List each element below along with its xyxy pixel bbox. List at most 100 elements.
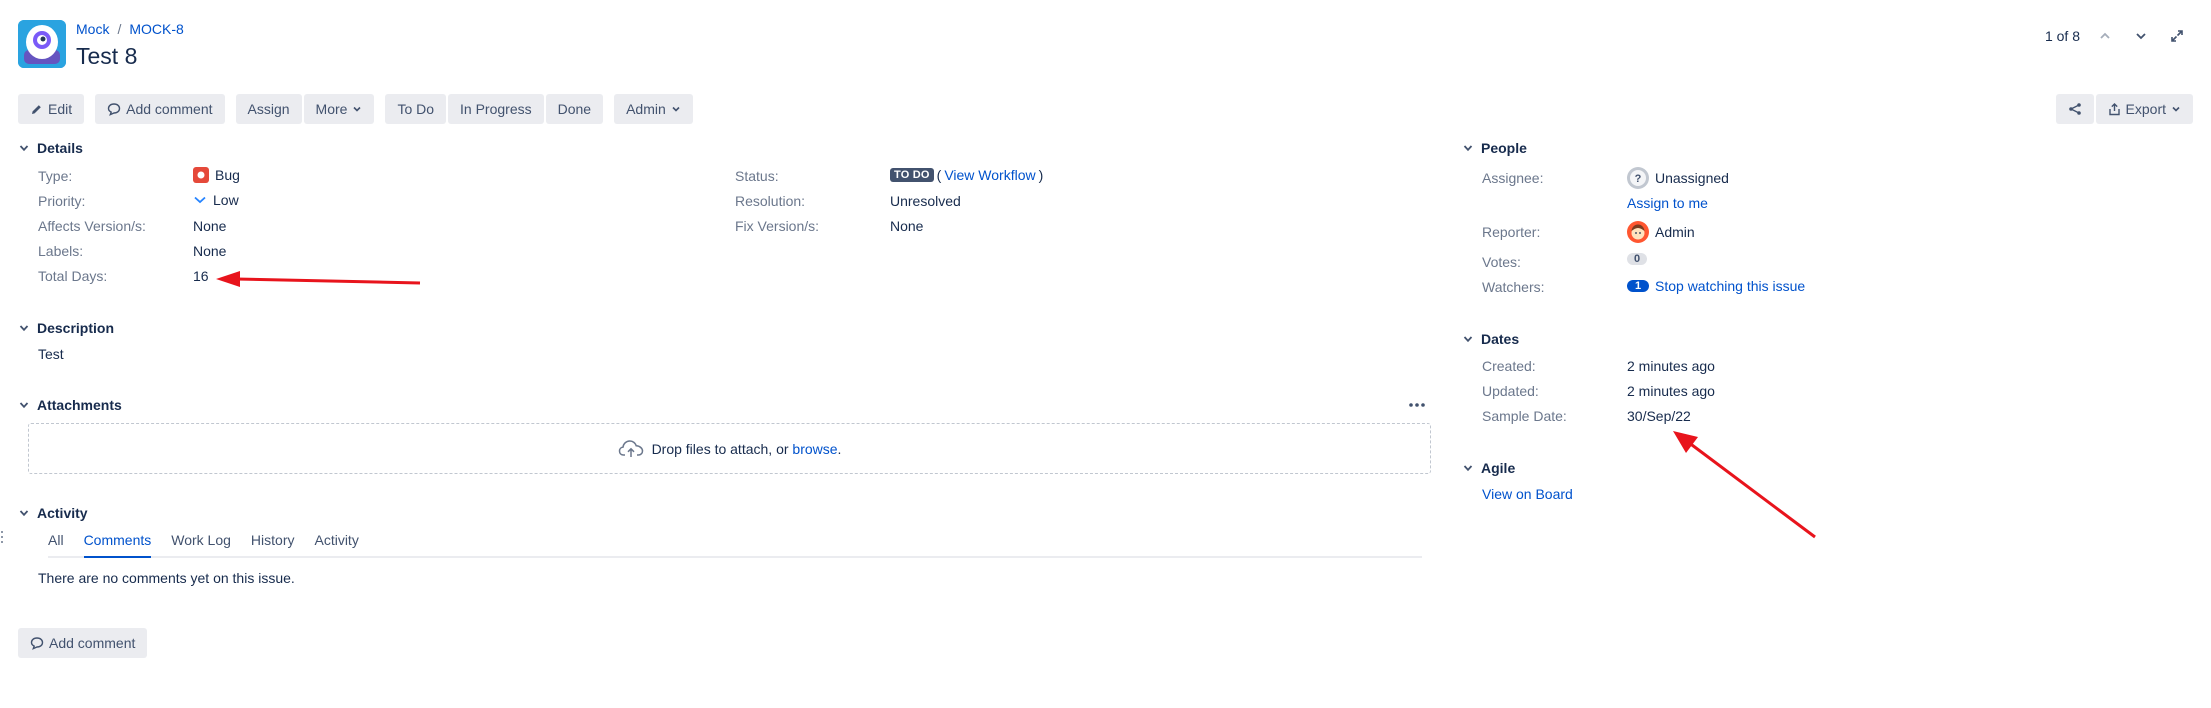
- chevron-down-icon: [19, 145, 29, 152]
- tab-all[interactable]: All: [48, 532, 64, 556]
- priority-low-icon: [194, 196, 206, 204]
- share-button[interactable]: [2055, 94, 2094, 124]
- dates-heading: Dates: [1481, 331, 1520, 347]
- tab-comments[interactable]: Comments: [83, 532, 152, 558]
- transition-todo-button[interactable]: To Do: [385, 94, 447, 124]
- chevron-down-icon: [19, 325, 29, 332]
- chevron-down-icon: [19, 402, 29, 409]
- stop-watching-link[interactable]: Stop watching this issue: [1655, 278, 1805, 294]
- description-heading: Description: [37, 320, 115, 336]
- votes-count-badge: 0: [1627, 253, 1647, 265]
- user-avatar-icon: [1627, 221, 1649, 243]
- reporter-label: Reporter:: [1482, 224, 1541, 240]
- reporter-value-text: Admin: [1655, 224, 1695, 240]
- breadcrumb-project-link[interactable]: Mock: [76, 21, 109, 37]
- agile-section-toggle[interactable]: Agile: [1463, 460, 1515, 476]
- fix-version-value: None: [890, 218, 924, 234]
- breadcrumb-issue-link[interactable]: MOCK-8: [129, 21, 183, 37]
- reporter-value: Admin: [1627, 221, 1695, 243]
- comment-icon: [107, 103, 121, 116]
- activity-heading: Activity: [37, 505, 88, 521]
- resize-handle[interactable]: [0, 530, 4, 544]
- chevron-down-icon: [672, 106, 680, 112]
- sample-date-annotation-arrow: [1673, 431, 1816, 539]
- unassigned-avatar-icon: ?: [1627, 167, 1649, 189]
- status-value: TO DO (View Workflow): [890, 167, 1043, 183]
- drag-handle-icon: [1, 531, 3, 543]
- activity-section-toggle[interactable]: Activity: [19, 505, 88, 521]
- pencil-icon: [32, 104, 41, 114]
- assign-button[interactable]: Assign: [235, 94, 302, 124]
- project-avatar[interactable]: [18, 20, 66, 68]
- expand-button[interactable]: [2166, 25, 2188, 47]
- sample-date-value: 30/Sep/22: [1627, 408, 1691, 424]
- tab-activity[interactable]: Activity: [314, 532, 358, 556]
- type-label: Type:: [38, 168, 73, 184]
- status-paren-open: (: [936, 167, 942, 183]
- view-workflow-link[interactable]: View Workflow: [944, 167, 1035, 183]
- transition-done-button[interactable]: Done: [545, 94, 604, 124]
- attachments-options-button[interactable]: [1408, 398, 1426, 417]
- transition-in-progress-button[interactable]: In Progress: [448, 94, 544, 124]
- resolution-label: Resolution:: [735, 193, 806, 209]
- details-section-toggle[interactable]: Details: [19, 140, 83, 156]
- assign-to-me-link[interactable]: Assign to me: [1627, 195, 1708, 211]
- export-button[interactable]: Export: [2095, 94, 2193, 124]
- total-days-annotation-arrow: [216, 271, 421, 287]
- bug-icon: [193, 167, 209, 183]
- priority-value: Low: [193, 192, 239, 208]
- edit-button[interactable]: Edit: [18, 94, 85, 124]
- edit-button-label: Edit: [48, 101, 73, 117]
- updated-value: 2 minutes ago: [1627, 383, 1715, 399]
- issue-toolbar: Edit Add comment Assign More To Do In Pr…: [18, 94, 693, 124]
- attachment-dropzone[interactable]: Drop files to attach, or browse.: [28, 423, 1431, 474]
- breadcrumb: Mock / MOCK-8: [76, 21, 184, 37]
- watchers-label: Watchers:: [1482, 279, 1545, 295]
- watchers-count-badge[interactable]: 1: [1627, 280, 1649, 292]
- type-value: Bug: [193, 167, 240, 183]
- view-on-board-link[interactable]: View on Board: [1482, 486, 1573, 502]
- assignee-value-text: Unassigned: [1655, 170, 1729, 186]
- votes-value[interactable]: 0: [1627, 253, 1647, 265]
- pager-count: 1 of 8: [2044, 28, 2080, 44]
- people-section-toggle[interactable]: People: [1463, 140, 1527, 156]
- status-lozenge: TO DO: [890, 168, 934, 182]
- assignee-value: ? Unassigned: [1627, 167, 1729, 189]
- svg-text:?: ?: [1635, 173, 1642, 185]
- description-text[interactable]: Test: [38, 346, 64, 362]
- chevron-down-icon: [2136, 33, 2146, 40]
- chevron-down-icon: [2172, 106, 2180, 112]
- add-comment-bottom-button[interactable]: Add comment: [18, 628, 148, 658]
- next-issue-button[interactable]: [2130, 25, 2152, 47]
- created-label: Created:: [1482, 358, 1536, 374]
- labels-label: Labels:: [38, 243, 84, 259]
- affects-version-label: Affects Version/s:: [38, 218, 146, 234]
- type-value-text: Bug: [215, 167, 240, 183]
- issue-pager: 1 of 8: [2045, 25, 2188, 47]
- browse-link[interactable]: browse: [792, 441, 837, 457]
- more-button[interactable]: More: [303, 94, 375, 124]
- resolution-value: Unresolved: [890, 193, 961, 209]
- page-title: Test 8: [76, 43, 138, 69]
- description-section-toggle[interactable]: Description: [19, 320, 114, 336]
- chevron-down-icon: [1463, 465, 1473, 472]
- total-days-value: 16: [193, 268, 209, 284]
- assign-more-group: Assign More: [235, 94, 375, 124]
- add-comment-button[interactable]: Add comment: [95, 94, 225, 124]
- previous-issue-button[interactable]: [2094, 25, 2116, 47]
- attachments-section-toggle[interactable]: Attachments: [19, 397, 122, 413]
- tab-history[interactable]: History: [251, 532, 295, 556]
- sample-date-label: Sample Date:: [1482, 408, 1567, 424]
- admin-button[interactable]: Admin: [614, 94, 693, 124]
- cloud-upload-icon: [618, 439, 643, 457]
- activity-tabs: All Comments Work Log History Activity: [48, 532, 1422, 558]
- tab-work-log[interactable]: Work Log: [171, 532, 231, 556]
- workflow-transitions: To Do In Progress Done: [385, 94, 604, 124]
- fix-version-label: Fix Version/s:: [735, 218, 820, 234]
- status-paren-close: ): [1038, 167, 1044, 183]
- updated-label: Updated:: [1482, 383, 1539, 399]
- export-icon: [2108, 102, 2120, 115]
- breadcrumb-separator: /: [117, 21, 122, 37]
- expand-icon: [2171, 30, 2183, 42]
- dates-section-toggle[interactable]: Dates: [1463, 331, 1519, 347]
